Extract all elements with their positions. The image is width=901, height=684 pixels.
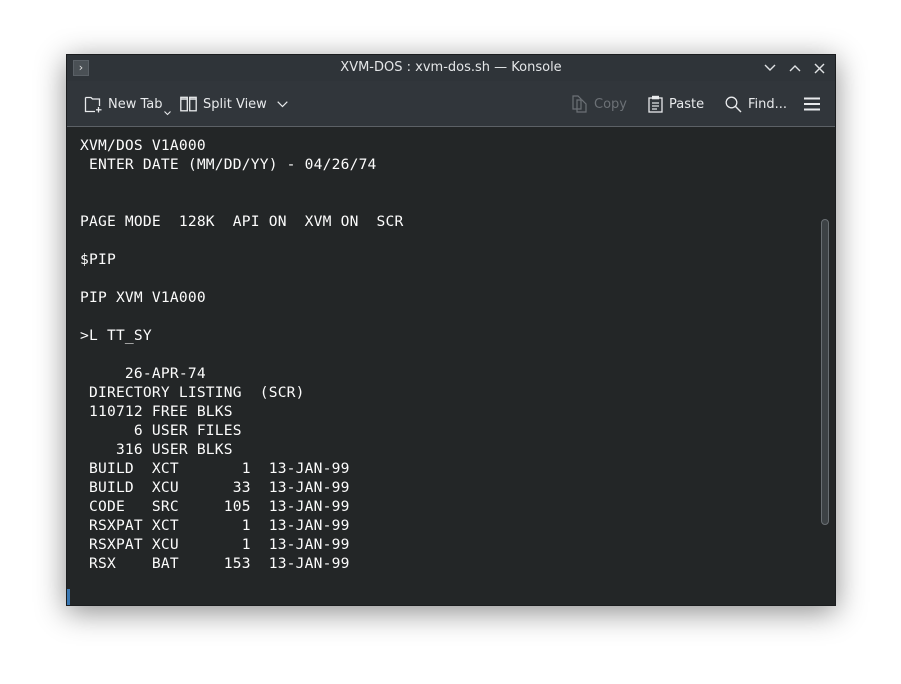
find-label: Find... [748,96,788,112]
split-view-icon [180,96,197,112]
terminal-line: RSXPAT XCT 1 13-JAN-99 [80,517,350,534]
toolbar: New Tab Split View Copy Paste Find... [67,81,835,127]
terminal-line: XVM/DOS V1A000 [80,137,206,154]
find-button[interactable]: Find... [725,93,787,115]
terminal-line: DIRECTORY LISTING (SCR) [80,384,305,401]
scrollbar-thumb[interactable] [821,219,829,525]
maximize-button[interactable] [786,59,804,77]
hamburger-menu-button[interactable] [804,93,820,115]
copy-label: Copy [594,96,627,112]
new-tab-label: New Tab [108,96,163,112]
split-view-button[interactable]: Split View [180,93,288,115]
copy-button[interactable]: Copy [572,93,627,115]
close-icon [814,63,824,73]
chevron-down-icon [163,110,171,115]
scrollbar[interactable] [821,219,829,525]
close-button[interactable] [810,59,828,77]
split-view-label: Split View [203,96,267,112]
terminal-display[interactable]: XVM/DOS V1A000 ENTER DATE (MM/DD/YY) - 0… [67,127,835,605]
new-tab-icon [84,96,102,113]
terminal-line: PIP XVM V1A000 [80,289,206,306]
terminal-line: $PIP [80,251,116,268]
scroll-position-marker [67,589,70,605]
paste-icon [648,95,663,113]
terminal-line: 316 USER BLKS [80,441,233,458]
hamburger-menu-icon [804,97,820,111]
terminal-line: RSXPAT XCU 1 13-JAN-99 [80,536,350,553]
terminal-line: CODE SRC 105 13-JAN-99 [80,498,350,515]
terminal-line: BUILD XCU 33 13-JAN-99 [80,479,350,496]
terminal-line: 6 USER FILES [80,422,242,439]
new-tab-button[interactable]: New Tab [84,93,171,115]
search-icon [725,96,742,112]
title-bar[interactable]: › XVM-DOS : xvm-dos.sh — Konsole [67,55,835,81]
chevron-up-icon [789,65,801,72]
terminal-output: XVM/DOS V1A000 ENTER DATE (MM/DD/YY) - 0… [80,136,404,573]
terminal-line: >L TT_SY [80,327,152,344]
copy-icon [572,95,587,113]
paste-label: Paste [669,96,705,112]
terminal-line: RSX BAT 153 13-JAN-99 [80,555,350,572]
window-title: XVM-DOS : xvm-dos.sh — Konsole [340,60,562,75]
terminal-line: 26-APR-74 [80,365,206,382]
minimize-button[interactable] [761,59,779,77]
terminal-line: ENTER DATE (MM/DD/YY) - 04/26/74 [80,156,377,173]
terminal-line: PAGE MODE 128K API ON XVM ON SCR [80,213,404,230]
terminal-line: BUILD XCT 1 13-JAN-99 [80,460,350,477]
chevron-down-icon [764,64,776,71]
konsole-window: › XVM-DOS : xvm-dos.sh — Konsole New Tab [66,54,836,606]
paste-button[interactable]: Paste [648,93,704,115]
terminal-line: 110712 FREE BLKS [80,403,233,420]
chevron-down-icon [277,100,288,107]
